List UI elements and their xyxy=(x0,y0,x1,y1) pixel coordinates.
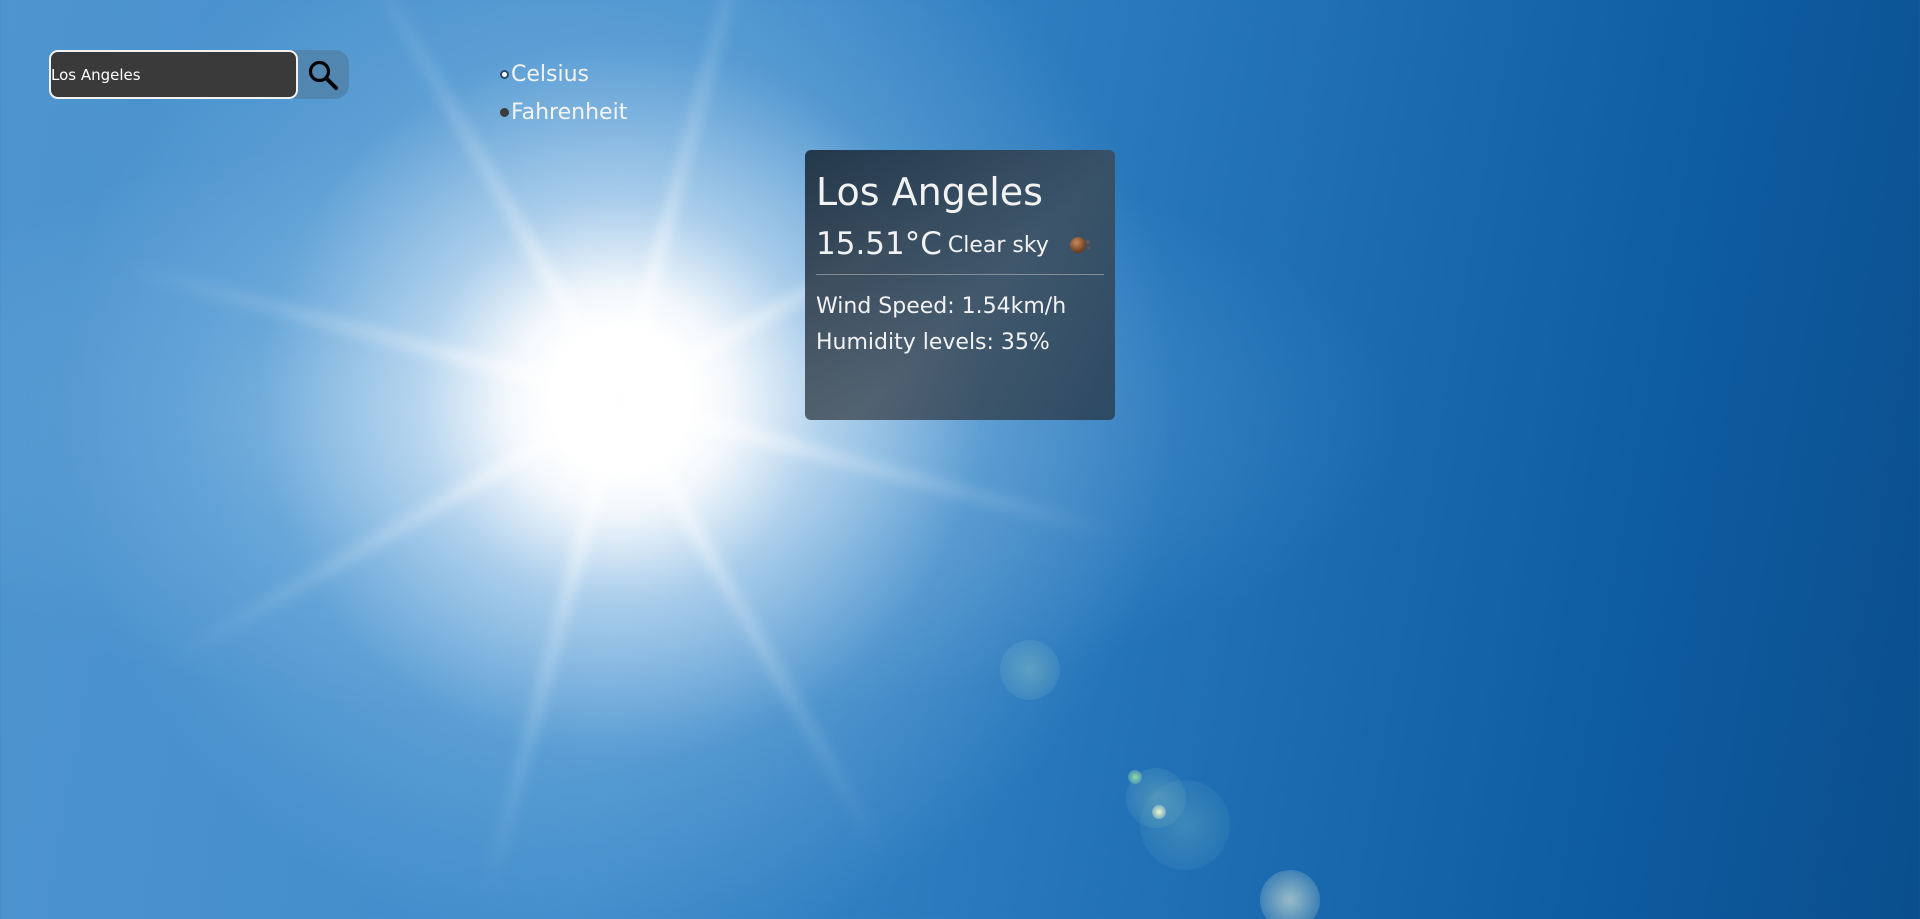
card-divider xyxy=(816,274,1104,275)
weather-description: Clear sky xyxy=(947,232,1049,258)
humidity: Humidity levels: 35% xyxy=(816,330,1050,355)
celsius-radio[interactable] xyxy=(500,69,509,79)
search-input[interactable] xyxy=(49,50,298,99)
temperature-value: 15.51°C xyxy=(816,226,942,262)
sun-ray xyxy=(613,0,762,402)
unit-selector: Celsius Fahrenheit xyxy=(500,55,627,131)
search-icon xyxy=(308,60,338,90)
unit-option-celsius[interactable]: Celsius xyxy=(500,55,627,93)
search-button[interactable] xyxy=(289,50,349,99)
celsius-label: Celsius xyxy=(511,61,589,87)
city-name: Los Angeles xyxy=(816,170,1043,214)
wind-speed: Wind Speed: 1.54km/h xyxy=(816,294,1067,319)
lens-flare xyxy=(1140,780,1230,870)
weather-card: Los Angeles 15.51°C Clear sky Wind Speed… xyxy=(805,150,1115,420)
temperature-row: 15.51°C Clear sky xyxy=(816,224,1104,264)
search-bar xyxy=(49,50,349,99)
unit-option-fahrenheit[interactable]: Fahrenheit xyxy=(500,93,627,131)
fahrenheit-label: Fahrenheit xyxy=(511,99,628,125)
fahrenheit-radio[interactable] xyxy=(500,107,509,117)
lens-flare xyxy=(1260,870,1320,919)
lens-flare xyxy=(1128,770,1142,784)
lens-flare xyxy=(1000,640,1060,700)
clear-sky-icon xyxy=(1067,234,1095,256)
